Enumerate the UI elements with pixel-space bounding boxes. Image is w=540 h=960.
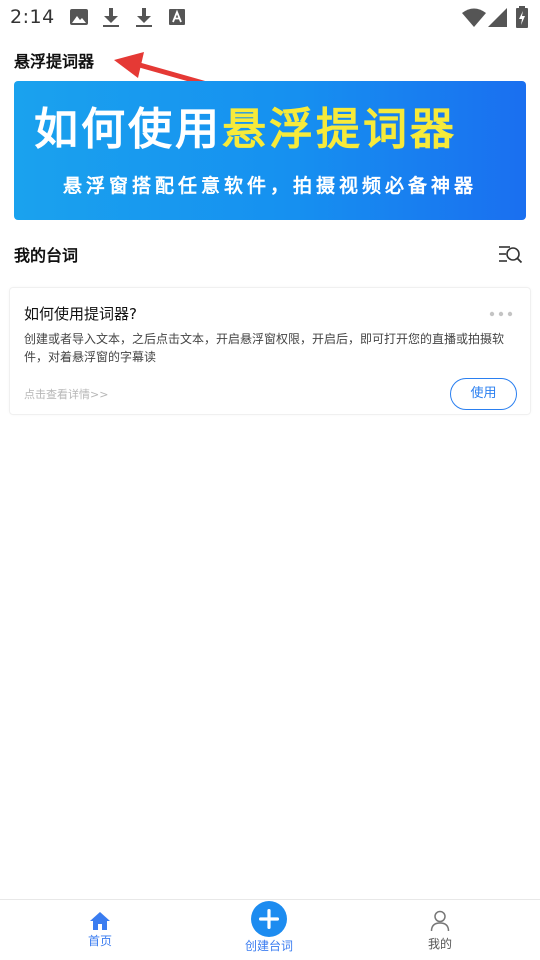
more-dots-icon[interactable] (488, 304, 514, 317)
download-icon (135, 8, 153, 32)
banner-headline-white: 如何使用 (34, 104, 222, 155)
tutorial-banner[interactable]: 如何使用悬浮提词器 悬浮窗搭配任意软件，拍摄视频必备神器 (14, 81, 526, 220)
status-bar: 2:14 (0, 0, 540, 36)
use-button[interactable]: 使用 (450, 378, 517, 410)
cellular-icon (488, 8, 508, 32)
detail-link[interactable]: 点击查看详情>> (24, 386, 108, 402)
script-card[interactable]: 如何使用提词器? 创建或者导入文本，之后点击文本，开启悬浮窗权限，开启后，即可打… (9, 287, 531, 415)
banner-subtitle: 悬浮窗搭配任意软件，拍摄视频必备神器 (62, 175, 477, 197)
card-description: 创建或者导入文本，之后点击文本，开启悬浮窗权限，开启后，即可打开您的直播或拍摄软… (24, 332, 505, 364)
user-icon (430, 910, 450, 936)
bottom-nav: 首页 创建台词 我的 (0, 899, 540, 960)
nav-home[interactable]: 首页 (60, 900, 140, 960)
nav-home-label: 首页 (87, 934, 112, 948)
card-title: 如何使用提词器? (24, 305, 137, 323)
sort-search-icon[interactable] (497, 243, 523, 265)
banner-headline-yellow: 悬浮提词器 (222, 104, 457, 155)
section-title: 我的台词 (14, 246, 79, 265)
status-time: 2:14 (10, 6, 55, 28)
wifi-icon (462, 8, 486, 32)
plus-circle-icon (251, 901, 287, 941)
banner-headline: 如何使用悬浮提词器 (34, 93, 457, 157)
download-icon (102, 8, 120, 32)
image-icon (70, 8, 88, 30)
battery-charging-icon (516, 6, 528, 32)
a-icon (169, 8, 185, 30)
nav-create[interactable]: 创建台词 (224, 900, 314, 960)
nav-me-label: 我的 (427, 937, 452, 951)
page-title: 悬浮提词器 (14, 52, 95, 71)
nav-me[interactable]: 我的 (400, 900, 480, 960)
nav-create-label: 创建台词 (244, 939, 293, 953)
